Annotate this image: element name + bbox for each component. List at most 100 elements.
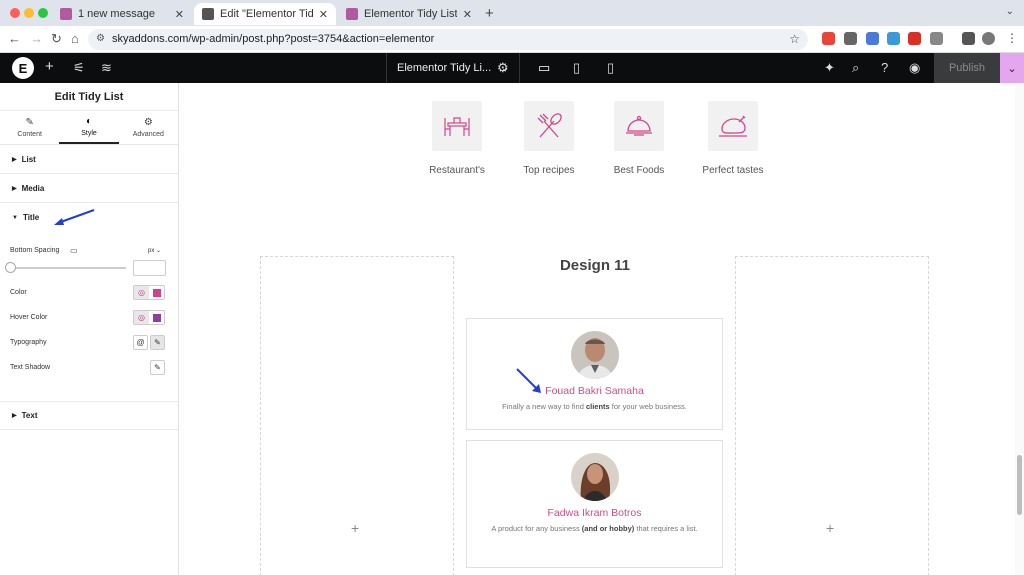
browser-tab-widget-page[interactable]: Elementor Tidy List Widget - ✕ [338, 3, 480, 25]
browser-tab-messages[interactable]: 1 new message ✕ [52, 3, 192, 25]
extension-icon[interactable] [908, 32, 921, 45]
responsive-desktop-icon[interactable]: ▭ [70, 246, 78, 255]
close-window-button[interactable] [10, 8, 20, 18]
help-icon[interactable]: ? [881, 60, 888, 75]
section-media[interactable]: ▶ Media [0, 174, 178, 203]
bottom-spacing-slider-handle[interactable] [5, 262, 16, 273]
tab-label: Advanced [132, 131, 164, 138]
browser-tab-editor[interactable]: Edit "Elementor Tidy List Wid ✕ [194, 3, 336, 25]
section-list[interactable]: ▶ List [0, 145, 178, 174]
typography-globe-icon[interactable]: @ [133, 335, 148, 350]
address-bar[interactable]: ⚙ skyaddons.com/wp-admin/post.php?post=3… [88, 29, 808, 50]
scrollbar-thumb[interactable] [1017, 455, 1022, 515]
elementor-logo-icon[interactable]: E [12, 57, 34, 79]
tablet-view-icon[interactable]: ▯ [573, 60, 580, 76]
site-info-icon[interactable]: ⚙ [96, 33, 105, 44]
category-label: Best Foods [613, 165, 665, 176]
tab-label: Content [17, 131, 42, 138]
zoom-window-button[interactable] [38, 8, 48, 18]
section-label: List [21, 154, 36, 164]
section-title[interactable]: ▼ Title [0, 203, 178, 232]
hover-color-control[interactable]: ◎ [133, 310, 165, 325]
back-arrow-icon[interactable]: ← [8, 31, 21, 46]
desc-text: A product for any business [491, 524, 582, 533]
mobile-view-icon[interactable]: ▯ [607, 60, 614, 76]
forward-arrow-icon[interactable]: → [30, 31, 43, 46]
category-item[interactable]: Restaurant's [407, 101, 507, 176]
bottom-spacing-input[interactable] [133, 260, 166, 276]
extension-icon[interactable] [844, 32, 857, 45]
tab-content[interactable]: ✎ Content [0, 111, 59, 144]
unit-selector[interactable]: px ⌄ [148, 247, 161, 254]
profile-avatar[interactable] [982, 32, 995, 45]
card-description: A product for any business (and or hobby… [467, 521, 722, 536]
bottom-spacing-slider-track[interactable] [10, 267, 126, 269]
color-control[interactable]: ◎ [133, 285, 165, 300]
tab-style[interactable]: ◐ Style [59, 111, 119, 144]
publish-options-chevron-icon[interactable]: ⌄ [1000, 53, 1024, 83]
global-colors-icon[interactable]: ◎ [134, 311, 149, 324]
hover-color-swatch[interactable] [149, 311, 164, 324]
tidy-list-card[interactable]: Fadwa Ikram Botros A product for any bus… [466, 440, 723, 568]
caret-right-icon: ▶ [12, 185, 17, 192]
close-tab-icon[interactable]: ✕ [175, 8, 184, 21]
color-swatch[interactable] [149, 286, 164, 299]
search-icon[interactable]: ⌕ [852, 60, 859, 76]
section-label: Title [22, 213, 40, 222]
unit-value: px [148, 248, 155, 254]
section-text[interactable]: ▶ Text [0, 401, 179, 430]
structure-layers-icon[interactable]: ≋ [101, 60, 112, 76]
publish-button[interactable]: Publish [934, 53, 1000, 83]
reload-icon[interactable]: ↻ [51, 31, 62, 47]
roast-chicken-icon [708, 101, 758, 151]
tidy-list-card[interactable]: Fouad Bakri Samaha Finally a new way to … [466, 318, 723, 430]
extension-icon[interactable] [887, 32, 900, 45]
category-item[interactable]: Perfect tastes [683, 101, 783, 176]
tab-search-button[interactable]: ⌄ [1006, 6, 1014, 17]
page-settings-gear-icon[interactable]: ⚙ [497, 60, 509, 76]
canvas-scrollbar[interactable] [1015, 83, 1024, 575]
desc-text: Finally a new way to find [502, 402, 586, 411]
add-widget-plus-icon[interactable]: + [826, 520, 834, 536]
category-item[interactable]: Best Foods [589, 101, 689, 176]
preview-eye-icon[interactable]: ◉ [909, 60, 920, 76]
extension-icon[interactable] [822, 32, 835, 45]
text-shadow-edit-pencil-icon[interactable]: ✎ [150, 360, 165, 375]
desktop-view-icon[interactable]: ▭ [538, 60, 550, 76]
caret-right-icon: ▶ [12, 156, 17, 163]
empty-column[interactable]: + [260, 256, 454, 575]
close-tab-icon[interactable]: ✕ [319, 8, 328, 21]
section-label: Media [21, 183, 45, 193]
translate-icon[interactable] [866, 32, 879, 45]
category-item[interactable]: Top recipes [499, 101, 599, 176]
settings-sliders-icon[interactable]: ⚟ [73, 60, 85, 76]
add-element-icon[interactable]: + [45, 58, 54, 75]
download-icon[interactable] [962, 32, 975, 45]
panel-title: Edit Tidy List [0, 83, 178, 111]
design-heading: Design 11 [559, 257, 631, 274]
empty-column[interactable]: + [735, 256, 929, 575]
browser-menu-icon[interactable]: ⋮ [1006, 31, 1018, 45]
panel-tabs: ✎ Content ◐ Style ⚙ Advanced [0, 111, 178, 145]
wordpress-favicon-icon [202, 8, 214, 20]
pencil-icon: ✎ [25, 117, 34, 128]
tab-title: Edit "Elementor Tidy List Wid [220, 8, 313, 20]
new-tab-button[interactable]: + [485, 5, 494, 22]
extensions-puzzle-icon[interactable] [930, 32, 943, 45]
tab-advanced[interactable]: ⚙ Advanced [119, 111, 178, 144]
add-widget-plus-icon[interactable]: + [351, 520, 359, 536]
browser-tab-bar: 1 new message ✕ Edit "Elementor Tidy Lis… [0, 0, 1024, 26]
color-label: Color [10, 289, 27, 296]
caret-down-icon: ▼ [12, 214, 18, 221]
bookmark-star-icon[interactable]: ☆ [789, 32, 800, 46]
global-colors-icon[interactable]: ◎ [134, 286, 149, 299]
close-tab-icon[interactable]: ✕ [463, 8, 472, 21]
site-favicon-icon [60, 8, 72, 20]
notifications-megaphone-icon[interactable]: ✦ [824, 60, 835, 76]
home-icon[interactable]: ⌂ [71, 31, 79, 46]
typography-edit-pencil-icon[interactable]: ✎ [150, 335, 165, 350]
gear-icon: ⚙ [143, 117, 153, 128]
tab-title: Elementor Tidy List Widget - [364, 8, 457, 20]
minimize-window-button[interactable] [24, 8, 34, 18]
category-label: Perfect tastes [702, 165, 764, 176]
